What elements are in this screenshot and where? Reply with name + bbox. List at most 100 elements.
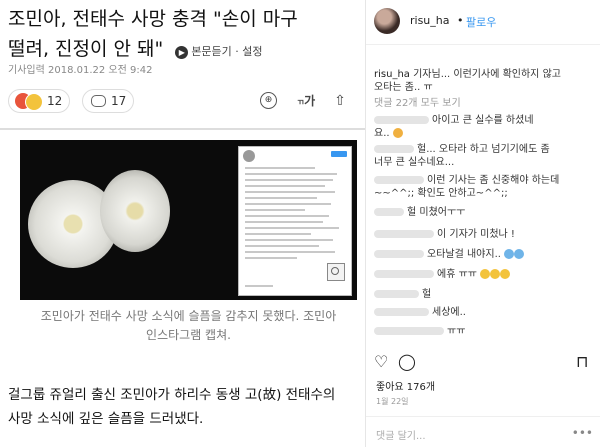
- globe-icon[interactable]: ⊕: [260, 92, 277, 109]
- blurred-username: [374, 327, 444, 335]
- likes-count[interactable]: 좋아요 176개: [376, 378, 435, 393]
- comment-text: ㅠㅠ: [447, 326, 466, 337]
- settings-link[interactable]: 설정: [242, 45, 262, 58]
- blurred-username: [374, 176, 424, 184]
- post-actions: ♡ ◯ ⊓: [366, 350, 600, 374]
- text-line: [245, 239, 333, 241]
- more-options-icon[interactable]: •••: [572, 426, 593, 440]
- text-line: [245, 251, 335, 253]
- sad-emoji-icon: [480, 269, 491, 279]
- zoom-icon[interactable]: [327, 263, 345, 281]
- text-line: [245, 285, 273, 287]
- comment-text: 이 기자가 미첬나 !: [437, 229, 515, 240]
- instagram-username[interactable]: risu_ha: [410, 14, 450, 27]
- share-icon[interactable]: ⇧: [330, 91, 350, 111]
- comment-bubble-icon: [91, 95, 106, 107]
- comment-icon[interactable]: ◯: [398, 352, 416, 371]
- instagram-post-panel: risu_ha • 팔로우 risu_ha 기자님... 이런기사에 확인하지 …: [365, 0, 600, 447]
- text-line: [245, 221, 323, 223]
- add-comment-bar: 댓글 달기... •••: [366, 416, 600, 447]
- section-divider: [0, 128, 365, 130]
- comment-item: 너무 큰 실수네요...: [374, 156, 454, 169]
- comment-item: 이 기자가 미첬나 !: [374, 228, 515, 241]
- font-size-button[interactable]: ㄲ가: [296, 91, 316, 111]
- reaction-count: 12: [47, 94, 63, 108]
- comment-text: 아이고 큰 실수를 하셨네: [432, 115, 534, 126]
- blurred-username: [374, 230, 434, 238]
- comment-text: 헐: [422, 289, 432, 300]
- add-comment-input[interactable]: 댓글 달기...: [376, 427, 426, 442]
- comment-text: 세상에..: [432, 307, 466, 318]
- text-line: [245, 197, 317, 199]
- blurred-username: [374, 250, 424, 258]
- comment-text: 헐... 오타라 하고 넘기기에도 좀: [417, 144, 550, 155]
- blurred-username: [374, 270, 434, 278]
- font-size-label: 가: [304, 94, 316, 108]
- photo-caption: 조민아가 전태수 사망 소식에 슬픔을 감추지 못했다. 조민아 인스타그램 캡…: [20, 307, 357, 345]
- headline-line-1: 조민아, 전태수 사망 충격 "손이 마구: [8, 8, 298, 30]
- headline-line-2-text: 떨려, 진정이 안 돼": [8, 38, 164, 60]
- caption-line-2: 인스타그램 캡쳐.: [146, 328, 231, 342]
- text-line: [245, 185, 325, 187]
- follow-button[interactable]: 팔로우: [466, 14, 496, 30]
- news-article: 조민아, 전태수 사망 충격 "손이 마구 떨려, 진정이 안 돼" ▶ 본문듣기…: [0, 0, 365, 447]
- text-line: [245, 167, 315, 169]
- headline-tools: ▶ 본문듣기 · 설정: [175, 45, 263, 59]
- crying-emoji-icon: [504, 249, 515, 259]
- instagram-post-screenshot: [238, 146, 352, 296]
- listen-link[interactable]: 본문듣기: [191, 45, 231, 58]
- text-line: [245, 245, 319, 247]
- avatar: [243, 150, 255, 162]
- text-line: [245, 173, 337, 175]
- caption-text-1: 기자님... 이런기사에 확인하지 않고: [413, 69, 561, 80]
- comment-count: 17: [111, 94, 127, 108]
- surprised-emoji-icon: [392, 128, 403, 138]
- reaction-button[interactable]: 12: [8, 89, 70, 113]
- article-timestamp: 기사입력 2018.01.22 오전 9:42: [8, 65, 153, 76]
- comment-text: 너무 큰 실수네요...: [374, 157, 455, 168]
- instagram-header: risu_ha • 팔로우: [366, 0, 600, 45]
- body-line-2: 사망 소식에 깊은 슬픔을 드러냈다.: [8, 411, 204, 427]
- sad-emoji-icon: [25, 93, 43, 111]
- text-line: [245, 233, 311, 235]
- blurred-username: [374, 290, 419, 298]
- text-line: [245, 257, 297, 259]
- speaker-icon[interactable]: ▶: [175, 45, 189, 59]
- article-toolbar: 12 17 ⊕ ㄲ가 ⇧: [8, 89, 353, 115]
- comment-item: 요..: [374, 127, 403, 140]
- article-body: 걸그룹 쥬얼리 출신 조민아가 하리수 동생 고(故) 전태수의 사망 소식에 …: [8, 383, 358, 431]
- post-caption: risu_ha 기자님... 이런기사에 확인하지 않고: [374, 68, 561, 81]
- post-date: 1월 22일: [376, 397, 409, 406]
- crying-emoji-icon: [514, 249, 525, 259]
- comment-item: 이런 기사는 좀 신중해야 하는데: [374, 174, 559, 187]
- caption-text-2: 오타는 좀.. ㅠ: [374, 82, 433, 93]
- caption-line-1: 조민아가 전태수 사망 소식에 슬픔을 감추지 못했다. 조민아: [40, 309, 337, 323]
- comment-button[interactable]: 17: [82, 89, 134, 113]
- text-line: [245, 191, 335, 193]
- heart-icon[interactable]: ♡: [374, 352, 388, 371]
- view-all-comments-link[interactable]: 댓글 22개 모두 보기: [374, 97, 461, 110]
- bookmark-icon[interactable]: ⊓: [576, 352, 588, 371]
- blurred-username: [374, 145, 414, 153]
- comment-text: ~~^^;; 확인도 안하고~^^;;: [374, 188, 508, 199]
- comment-item: 헐... 오타라 하고 넘기기에도 좀: [374, 143, 550, 156]
- text-line: [245, 203, 331, 205]
- sad-emoji-icon: [500, 269, 511, 279]
- follow-badge: [331, 151, 347, 157]
- chrysanthemum-image: [100, 170, 170, 252]
- comment-text: 헐 미쳤어ㅜㅜ: [407, 207, 466, 218]
- article-photo[interactable]: [20, 140, 357, 300]
- comment-item: 아이고 큰 실수를 하셨네: [374, 114, 534, 127]
- text-line: [245, 215, 329, 217]
- article-headline: 조민아, 전태수 사망 충격 "손이 마구 떨려, 진정이 안 돼" ▶ 본문듣기…: [8, 4, 360, 67]
- avatar[interactable]: [374, 8, 400, 34]
- caption-username[interactable]: risu_ha: [374, 69, 410, 80]
- sad-emoji-icon: [490, 269, 501, 279]
- comment-text: 이런 기사는 좀 신중해야 하는데: [427, 175, 560, 186]
- comment-item: 에휴 ㅠㅠ: [374, 268, 511, 281]
- comment-item: ~~^^;; 확인도 안하고~^^;;: [374, 187, 508, 200]
- comment-text: 오타날걸 내야지..: [427, 249, 501, 260]
- blurred-username: [374, 116, 429, 124]
- comment-text: 요..: [374, 128, 390, 139]
- body-line-1: 걸그룹 쥬얼리 출신 조민아가 하리수 동생 고(故) 전태수의: [8, 387, 336, 403]
